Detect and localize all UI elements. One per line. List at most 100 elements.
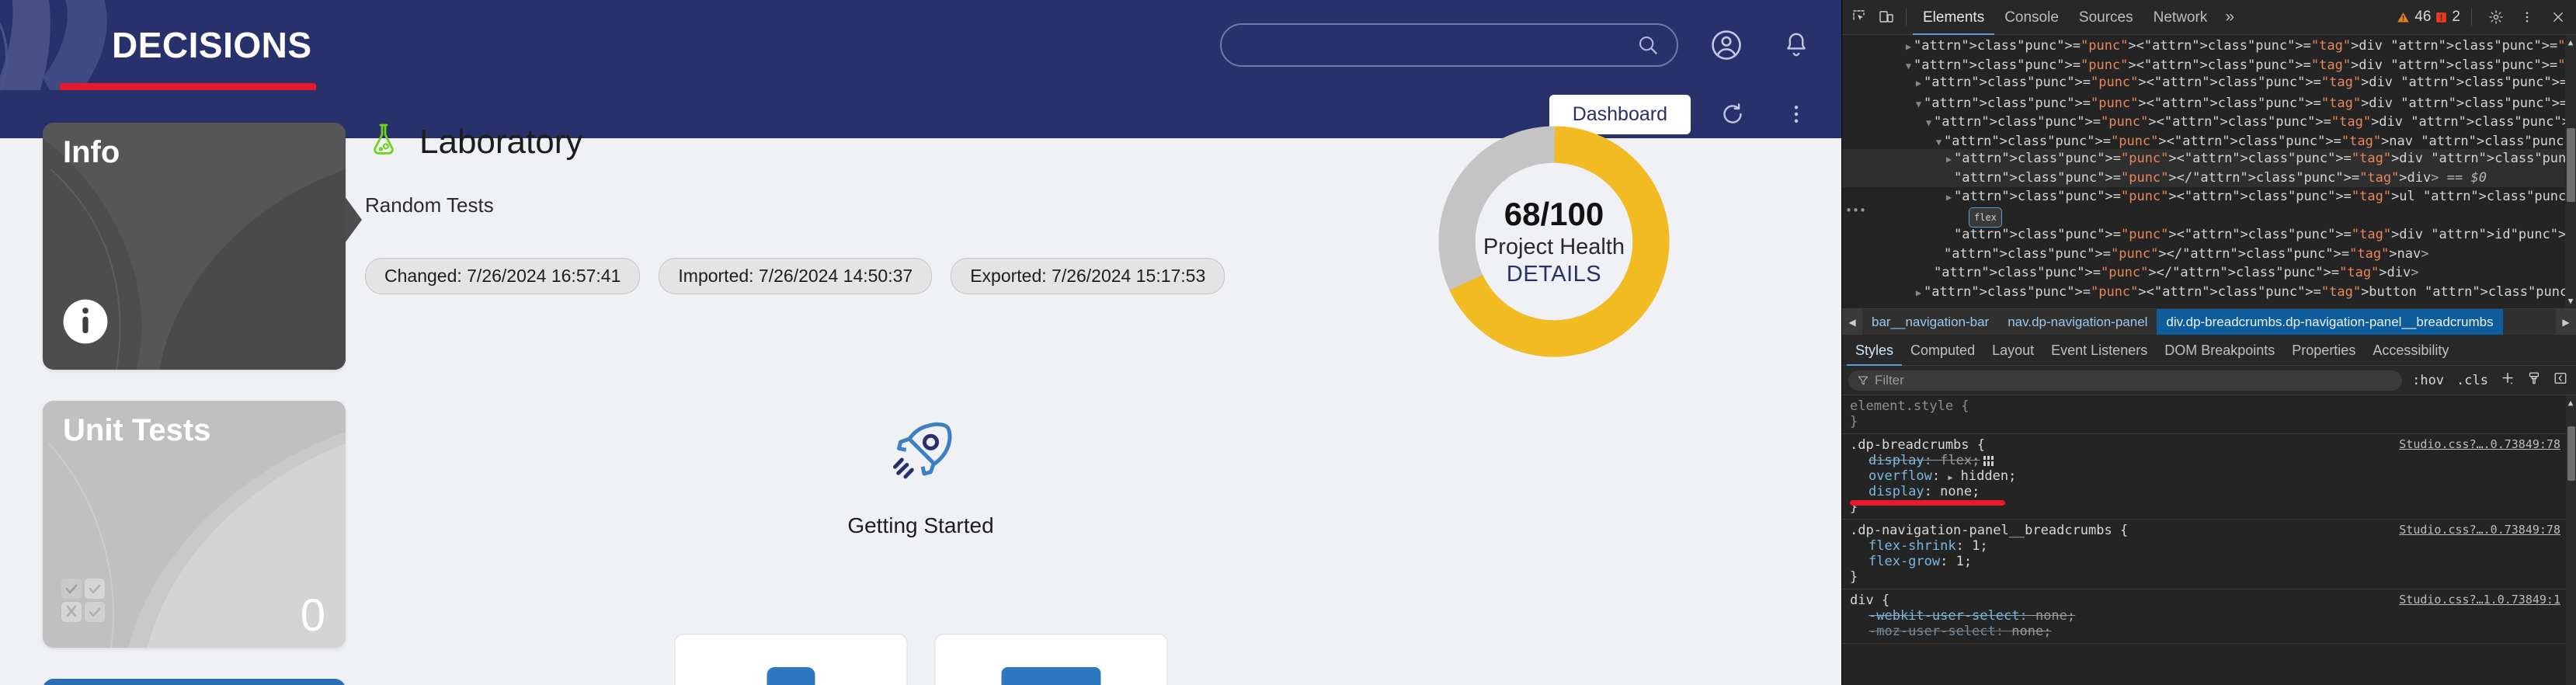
css-property[interactable]: display bbox=[1869, 484, 1924, 499]
dom-twisty[interactable] bbox=[1944, 170, 1954, 187]
css-declaration[interactable]: display: flex; bbox=[1850, 453, 2576, 468]
flex-editor-icon[interactable] bbox=[1983, 456, 1994, 466]
notification-bell-icon[interactable] bbox=[1775, 23, 1818, 67]
dom-twisty[interactable]: ▼ bbox=[1903, 57, 1914, 75]
layout-badge-flex[interactable]: flex bbox=[1969, 207, 2002, 228]
close-icon[interactable] bbox=[2545, 4, 2571, 30]
dom-node-line[interactable]: ▼ "attrn">class"punc">="punc"><"attrn">cl… bbox=[1842, 92, 2576, 112]
css-rule[interactable]: div {Studio.css?…1.0.73849:1 -webkit-user… bbox=[1842, 589, 2576, 644]
tab-dom-breakpoints[interactable]: DOM Breakpoints bbox=[2156, 335, 2283, 366]
breadcrumb-item-selected[interactable]: div.dp-breadcrumbs.dp-navigation-panel__… bbox=[2157, 309, 2503, 335]
css-declaration[interactable]: -moz-user-select: none; bbox=[1850, 624, 2576, 639]
dom-twisty[interactable]: ▼ bbox=[1924, 114, 1934, 131]
breadcrumb-next-button[interactable]: ▶ bbox=[2556, 309, 2576, 335]
dom-node-line[interactable]: "attrn">class"punc">="punc"></"attrn">cl… bbox=[1842, 263, 2576, 283]
dom-node-line[interactable]: ▼ "attrn">class"punc">="punc"><"attrn">cl… bbox=[1842, 54, 2576, 74]
dom-node-line[interactable]: "attrn">class"punc">="punc"><"attrn">cla… bbox=[1842, 225, 2576, 245]
styles-filter-input[interactable]: Filter bbox=[1848, 370, 2403, 391]
breadcrumb-item[interactable]: nav.dp-navigation-panel bbox=[1998, 309, 2157, 335]
breadcrumb-prev-button[interactable]: ◀ bbox=[1842, 309, 1862, 335]
dom-tree-scrollbar[interactable]: ▲ ▼ bbox=[2565, 35, 2576, 308]
dom-node-line[interactable]: ▶ "attrn">class"punc">="punc"><"attrn">cl… bbox=[1842, 35, 2576, 54]
css-rule[interactable]: element.style {} bbox=[1842, 395, 2576, 434]
css-declaration[interactable]: flex-grow: 1; bbox=[1850, 554, 2576, 569]
dom-node-line[interactable]: "attrn">class"punc">="punc"></"attrn">cl… bbox=[1842, 168, 2576, 187]
tab-layout[interactable]: Layout bbox=[1983, 335, 2042, 366]
cls-toggle[interactable]: .cls bbox=[2454, 373, 2491, 388]
styles-scroll-thumb[interactable] bbox=[2567, 426, 2575, 481]
css-property[interactable]: -moz-user-select bbox=[1869, 624, 1996, 639]
dom-node-line[interactable]: ▶ "attrn">class"punc">="punc"><"attrn">cl… bbox=[1842, 73, 2576, 92]
css-property[interactable]: overflow bbox=[1869, 468, 1932, 484]
global-search[interactable] bbox=[1220, 23, 1678, 67]
dom-tree[interactable]: ▶ "attrn">class"punc">="punc"><"attrn">cl… bbox=[1842, 35, 2576, 308]
add-rule-icon[interactable] bbox=[2498, 371, 2517, 389]
css-value[interactable]: 1; bbox=[1972, 538, 1987, 554]
css-declaration[interactable]: -webkit-user-select: none; bbox=[1850, 608, 2576, 624]
css-value[interactable]: none; bbox=[2011, 624, 2051, 639]
dom-twisty[interactable]: ▶ bbox=[1914, 75, 1924, 92]
dom-twisty[interactable] bbox=[1924, 265, 1934, 282]
scroll-up-arrow[interactable]: ▲ bbox=[2566, 398, 2575, 408]
devtools-tab-console[interactable]: Console bbox=[1994, 0, 2069, 35]
css-selector[interactable]: element.style { bbox=[1850, 398, 2576, 414]
css-value[interactable]: flex; bbox=[1940, 453, 1980, 468]
dom-twisty[interactable]: ▼ bbox=[1934, 134, 1944, 151]
dom-twisty[interactable]: ▶ bbox=[1903, 38, 1914, 55]
style-brush-icon[interactable] bbox=[2525, 371, 2543, 389]
css-value[interactable]: hidden; bbox=[1961, 468, 2017, 484]
project-health-chart[interactable]: 68/100 Project Health DETAILS bbox=[1426, 113, 1682, 370]
css-declaration[interactable]: overflow: ▶ hidden; bbox=[1850, 468, 2576, 484]
tile-all-entities[interactable]: All Entities bbox=[43, 679, 346, 685]
dom-twisty[interactable]: ▶ bbox=[1944, 151, 1954, 168]
css-declaration[interactable]: flex-shrink: 1; bbox=[1850, 538, 2576, 554]
tab-accessibility[interactable]: Accessibility bbox=[2364, 335, 2457, 366]
breadcrumb-item[interactable]: bar__navigation-bar bbox=[1862, 309, 1998, 335]
tab-computed[interactable]: Computed bbox=[1902, 335, 1983, 366]
dom-node-line[interactable]: ▶ "attrn">class"punc">="punc"><"attrn">cl… bbox=[1842, 187, 2576, 207]
devtools-more-tabs[interactable]: » bbox=[2217, 0, 2242, 35]
dom-twisty[interactable]: ▶ bbox=[1944, 189, 1954, 206]
expand-triangle-icon[interactable]: ▶ bbox=[1948, 474, 1952, 482]
search-input[interactable] bbox=[1239, 34, 1636, 56]
css-value[interactable]: 1; bbox=[1956, 554, 1972, 569]
css-source-link[interactable]: Studio.css?….0.73849:78 bbox=[2399, 523, 2560, 537]
dom-twisty[interactable] bbox=[1944, 227, 1954, 244]
hov-toggle[interactable]: :hov bbox=[2410, 373, 2446, 388]
css-value[interactable]: none; bbox=[1940, 484, 1980, 499]
styles-rules-pane[interactable]: element.style {} .dp-breadcrumbs {Studio.… bbox=[1842, 395, 2576, 685]
tile-info[interactable]: Info bbox=[43, 123, 346, 370]
search-icon[interactable] bbox=[1636, 33, 1660, 57]
css-rule[interactable]: .dp-breadcrumbs {Studio.css?….0.73849:78… bbox=[1842, 434, 2576, 520]
scroll-up-arrow[interactable]: ▲ bbox=[2566, 37, 2575, 47]
dom-twisty[interactable]: ▶ bbox=[1914, 284, 1924, 301]
dom-twisty[interactable]: ▼ bbox=[1914, 96, 1924, 113]
styles-scrollbar[interactable]: ▲ bbox=[2566, 395, 2576, 685]
getting-started-card[interactable] bbox=[674, 634, 907, 685]
toggle-sidebar-icon[interactable] bbox=[2551, 371, 2570, 389]
dom-scroll-thumb[interactable] bbox=[2567, 128, 2575, 202]
css-property[interactable]: display bbox=[1869, 453, 1924, 468]
dom-node-line[interactable]: ▶ "attrn">class"punc">="punc"><"attrn">cl… bbox=[1842, 149, 2576, 169]
css-value[interactable]: none; bbox=[2035, 608, 2075, 624]
getting-started-card[interactable] bbox=[934, 634, 1167, 685]
more-vertical-icon[interactable] bbox=[2514, 4, 2540, 30]
tab-styles[interactable]: Styles bbox=[1847, 335, 1902, 366]
inspect-element-icon[interactable] bbox=[1847, 4, 1873, 30]
device-toolbar-icon[interactable] bbox=[1873, 4, 1900, 30]
tab-properties[interactable]: Properties bbox=[2283, 335, 2364, 366]
dom-twisty[interactable] bbox=[1934, 246, 1944, 263]
tile-unit-tests[interactable]: Unit Tests 0 bbox=[43, 401, 346, 648]
health-details-link[interactable]: DETAILS bbox=[1507, 262, 1601, 287]
gear-icon[interactable] bbox=[2483, 4, 2509, 30]
dom-node-line[interactable]: ▼ "attrn">class"punc">="punc"><"attrn">cl… bbox=[1842, 130, 2576, 150]
dom-node-line[interactable]: ▶ "attrn">class"punc">="punc"><"attrn">cl… bbox=[1842, 283, 2576, 302]
devtools-tab-sources[interactable]: Sources bbox=[2069, 0, 2143, 35]
css-property[interactable]: flex-shrink bbox=[1869, 538, 1956, 554]
css-declaration[interactable]: display: none; bbox=[1850, 484, 2576, 499]
issues-counters[interactable]: 46 2 bbox=[2397, 4, 2571, 30]
account-circle-icon[interactable] bbox=[1705, 23, 1748, 67]
css-property[interactable]: flex-grow bbox=[1869, 554, 1940, 569]
scroll-down-arrow[interactable]: ▼ bbox=[2566, 296, 2575, 306]
dom-breadcrumb-bar[interactable]: ◀ bar__navigation-bar nav.dp-navigation-… bbox=[1842, 308, 2576, 335]
